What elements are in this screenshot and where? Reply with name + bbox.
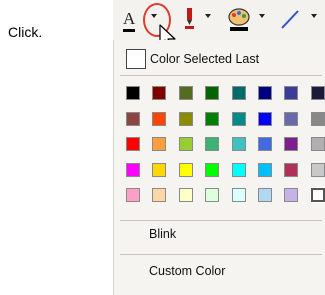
color-swatch[interactable]	[205, 86, 220, 100]
color-selected-last-item[interactable]: Color Selected Last	[126, 48, 259, 70]
highlighter-icon	[185, 8, 194, 29]
color-swatch[interactable]	[126, 162, 140, 177]
color-swatch[interactable]	[152, 137, 167, 151]
separator	[120, 75, 322, 76]
color-swatch[interactable]	[284, 188, 299, 202]
highlighter-button[interactable]	[183, 6, 195, 29]
font-color-button[interactable]: A	[123, 9, 136, 32]
color-swatch[interactable]	[152, 86, 167, 100]
color-swatch[interactable]	[205, 111, 220, 126]
custom-color-menu-item[interactable]: Custom Color	[149, 264, 225, 278]
color-swatch[interactable]	[309, 187, 325, 203]
last-color-swatch	[126, 49, 146, 69]
color-swatch[interactable]	[257, 188, 272, 202]
color-swatch[interactable]	[310, 162, 325, 177]
color-swatch[interactable]	[310, 111, 325, 126]
format-toolbar: A	[113, 0, 325, 50]
color-swatch[interactable]	[126, 188, 140, 202]
color-swatch[interactable]	[284, 137, 299, 151]
color-swatch[interactable]	[178, 162, 193, 177]
color-swatch[interactable]	[178, 86, 193, 100]
color-swatch[interactable]	[205, 137, 220, 151]
color-swatch[interactable]	[284, 162, 299, 177]
color-swatch[interactable]	[257, 86, 272, 100]
blink-menu-item[interactable]: Blink	[149, 227, 176, 241]
color-dropdown-panel: Color Selected Last Blink Custom Color	[113, 40, 325, 295]
line-color-dropdown-arrow[interactable]	[311, 14, 317, 18]
color-swatch[interactable]	[178, 137, 193, 151]
color-swatch[interactable]	[152, 111, 167, 126]
instruction-text: Click.	[8, 24, 43, 40]
color-swatch[interactable]	[231, 111, 246, 126]
fill-color-icon	[228, 8, 250, 31]
color-swatch[interactable]	[126, 137, 140, 151]
color-swatch[interactable]	[152, 188, 167, 202]
color-selected-last-label: Color Selected Last	[150, 52, 260, 66]
fill-color-dropdown-arrow[interactable]	[259, 14, 265, 18]
color-palette	[126, 86, 325, 203]
line-icon	[281, 10, 299, 29]
color-swatch[interactable]	[284, 86, 299, 100]
fill-color-button[interactable]	[227, 6, 253, 31]
color-swatch[interactable]	[231, 86, 246, 100]
line-color-button[interactable]	[279, 8, 301, 30]
color-swatch[interactable]	[231, 188, 246, 202]
color-swatch[interactable]	[152, 162, 167, 177]
font-color-bar	[123, 29, 135, 32]
color-swatch[interactable]	[205, 162, 220, 177]
color-swatch[interactable]	[310, 86, 325, 100]
color-swatch[interactable]	[257, 162, 272, 177]
font-letter-icon: A	[123, 9, 136, 28]
color-swatch[interactable]	[257, 137, 272, 151]
color-swatch[interactable]	[284, 111, 299, 126]
color-swatch[interactable]	[178, 188, 193, 202]
separator	[120, 220, 322, 221]
color-swatch[interactable]	[231, 137, 246, 151]
highlighter-dropdown-arrow[interactable]	[205, 14, 211, 18]
color-swatch[interactable]	[126, 86, 140, 100]
color-swatch[interactable]	[205, 188, 220, 202]
color-swatch[interactable]	[257, 111, 272, 126]
color-swatch[interactable]	[231, 162, 246, 177]
color-swatch[interactable]	[126, 111, 140, 126]
color-swatch[interactable]	[310, 137, 325, 151]
separator	[120, 254, 322, 255]
color-swatch[interactable]	[178, 111, 193, 126]
